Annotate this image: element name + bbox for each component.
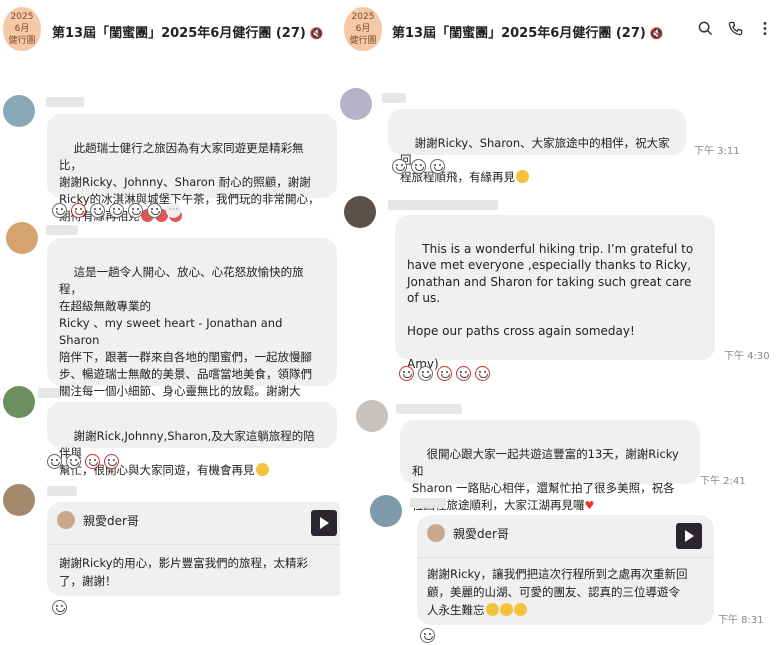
group-avatar-line: 6月: [355, 24, 371, 34]
quoted-avatar: [57, 511, 75, 529]
reaction-icon[interactable]: [104, 454, 119, 469]
reaction-icon[interactable]: [66, 454, 81, 469]
wave-emoji-icon: [255, 463, 269, 476]
group-avatar[interactable]: 2025 6月 健行團: [3, 7, 41, 51]
message-text: 很開心跟大家一起共遊這豐富的13天，謝謝Ricky和 Sharon 一路貼心相伴…: [412, 447, 679, 512]
avatar[interactable]: [3, 484, 35, 516]
reaction-icon[interactable]: [52, 203, 67, 218]
chat-title[interactable]: 第13屆「閨蜜團」2025年6月健行團 (27) 🔇: [52, 22, 324, 41]
reaction-icon[interactable]: [437, 366, 452, 381]
quoted-sender-name: 親愛der哥: [453, 526, 509, 541]
group-avatar[interactable]: 2025 6月 健行團: [344, 7, 382, 51]
sender-name: [396, 404, 462, 414]
message-time: 下午 3:11: [694, 146, 740, 157]
chat-title[interactable]: 第13屆「閨蜜團」2025年6月健行團 (27) 🔇: [392, 22, 664, 41]
sender-name: [46, 97, 84, 107]
group-avatar-line: 6月: [14, 24, 30, 34]
smile-emoji-icon: [516, 170, 529, 183]
sender-name: [388, 200, 498, 210]
avatar[interactable]: [370, 495, 402, 527]
message-bubble[interactable]: 謝謝Rick,Johnny,Sharon,及大家這躺旅程的陪伴與 幫忙，很開心與…: [47, 402, 337, 477]
sender-name: [410, 498, 446, 508]
reaction-icon[interactable]: [399, 366, 414, 381]
sender-name: [46, 225, 78, 235]
message-text: 謝謝Ricky的用心，影片豐富我們的旅程，太精彩 了，謝謝！: [59, 556, 309, 588]
chat-header: 2025 6月 健行團 第13屆「閨蜜團」2025年6月健行團 (27) 🔇: [0, 0, 378, 62]
reactions-bar[interactable]: [47, 454, 119, 469]
emoji-icon: [499, 603, 513, 616]
toolbar: [697, 20, 773, 36]
sender-name: [38, 388, 60, 398]
sender-name: [47, 486, 77, 496]
chat-header: 2025 6月 健行團 第13屆「閨蜜團」2025年6月健行團 (27) 🔇: [340, 0, 781, 62]
avatar[interactable]: [3, 386, 35, 418]
message-bubble[interactable]: 這是一趟令人開心、放心、心花怒放愉快的旅程， 在超級無敵專業的 Ricky 、m…: [47, 238, 337, 432]
reply-bubble[interactable]: 親愛der哥 謝謝Ricky，讓我們把這次行程所到之處再次重新回 顧，美麗的山湖…: [417, 515, 714, 625]
reaction-icon[interactable]: [420, 628, 435, 643]
more-vertical-icon[interactable]: [757, 20, 773, 36]
quoted-message-header[interactable]: 親愛der哥: [427, 524, 509, 542]
message-time: 下午 8:31: [718, 615, 764, 626]
message-time: 下午 2:41: [700, 476, 746, 487]
reaction-icon[interactable]: [456, 366, 471, 381]
avatar[interactable]: [356, 400, 388, 432]
search-icon[interactable]: [697, 20, 713, 36]
emoji-icon: [485, 603, 499, 616]
video-thumbnail-icon[interactable]: [311, 510, 337, 536]
video-thumbnail-icon[interactable]: [676, 523, 702, 549]
speaker-mute-icon: 🔇: [309, 27, 324, 40]
reaction-icon[interactable]: [128, 203, 143, 218]
reaction-icon[interactable]: [109, 203, 124, 218]
reaction-icon[interactable]: [147, 203, 162, 218]
message-bubble[interactable]: 很開心跟大家一起共遊這豐富的13天，謝謝Ricky和 Sharon 一路貼心相伴…: [400, 420, 700, 512]
avatar[interactable]: [6, 222, 38, 254]
quoted-sender-name: 親愛der哥: [83, 513, 139, 528]
phone-icon[interactable]: [727, 20, 743, 36]
quoted-message-header[interactable]: 親愛der哥: [57, 511, 139, 529]
reactions-bar[interactable]: ⋯: [52, 203, 181, 218]
message-bubble[interactable]: This is a wonderful hiking trip. I’m gra…: [395, 215, 715, 371]
emoji-icon: [513, 603, 527, 616]
reaction-icon[interactable]: [430, 159, 445, 174]
chat-pane-left: 2025 6月 健行團 第13屆「閨蜜團」2025年6月健行團 (27) 🔇 此趟…: [0, 0, 378, 645]
speaker-mute-icon: 🔇: [649, 27, 664, 40]
chat-pane-right: 2025 6月 健行團 第13屆「閨蜜團」2025年6月健行團 (27) 🔇 謝謝…: [340, 0, 781, 645]
group-avatar-line: 健行團: [349, 36, 377, 46]
reactions-bar[interactable]: [52, 600, 67, 615]
reaction-icon[interactable]: [85, 454, 100, 469]
reaction-icon[interactable]: [71, 203, 86, 218]
reaction-icon[interactable]: [411, 159, 426, 174]
avatar[interactable]: [340, 88, 372, 120]
message-text: This is a wonderful hiking trip. I’m gra…: [407, 241, 694, 372]
reaction-icon[interactable]: [47, 454, 62, 469]
more-reactions-icon[interactable]: ⋯: [166, 203, 181, 218]
message-text: 謝謝Rick,Johnny,Sharon,及大家這躺旅程的陪伴與 幫忙，很開心與…: [59, 429, 315, 477]
heart-icon: ♥: [584, 499, 595, 512]
avatar[interactable]: [344, 196, 376, 228]
group-avatar-line: 健行團: [8, 36, 36, 46]
message-bubble[interactable]: 謝謝Ricky、Sharon、大家旅途中的相伴，祝大家回 程旅程順飛，有緣再見: [388, 109, 686, 184]
reactions-bar[interactable]: [399, 366, 490, 381]
quote-divider: [47, 544, 347, 545]
group-avatar-line: 2025: [351, 12, 375, 22]
reactions-bar[interactable]: [392, 159, 445, 174]
message-text: 謝謝Ricky，讓我們把這次行程所到之處再次重新回 顧，美麗的山湖、可愛的團友、…: [427, 567, 688, 617]
reaction-icon[interactable]: [90, 203, 105, 218]
message-bubble[interactable]: 此趟瑞士健行之旅因為有大家同遊更是精彩無比， 謝謝Ricky、Johnny、Sh…: [47, 114, 337, 223]
message-time: 下午 4:30: [724, 351, 770, 362]
reactions-bar[interactable]: [420, 628, 435, 643]
reaction-icon[interactable]: [52, 600, 67, 615]
reply-bubble[interactable]: 親愛der哥 謝謝Ricky的用心，影片豐富我們的旅程，太精彩 了，謝謝！: [47, 502, 347, 596]
sender-name: [382, 93, 406, 103]
reaction-icon[interactable]: [418, 366, 433, 381]
quote-divider: [417, 557, 714, 558]
quoted-avatar: [427, 524, 445, 542]
reaction-icon[interactable]: [475, 366, 490, 381]
reaction-icon[interactable]: [392, 159, 407, 174]
group-avatar-line: 2025: [10, 12, 34, 22]
avatar[interactable]: [3, 95, 35, 127]
